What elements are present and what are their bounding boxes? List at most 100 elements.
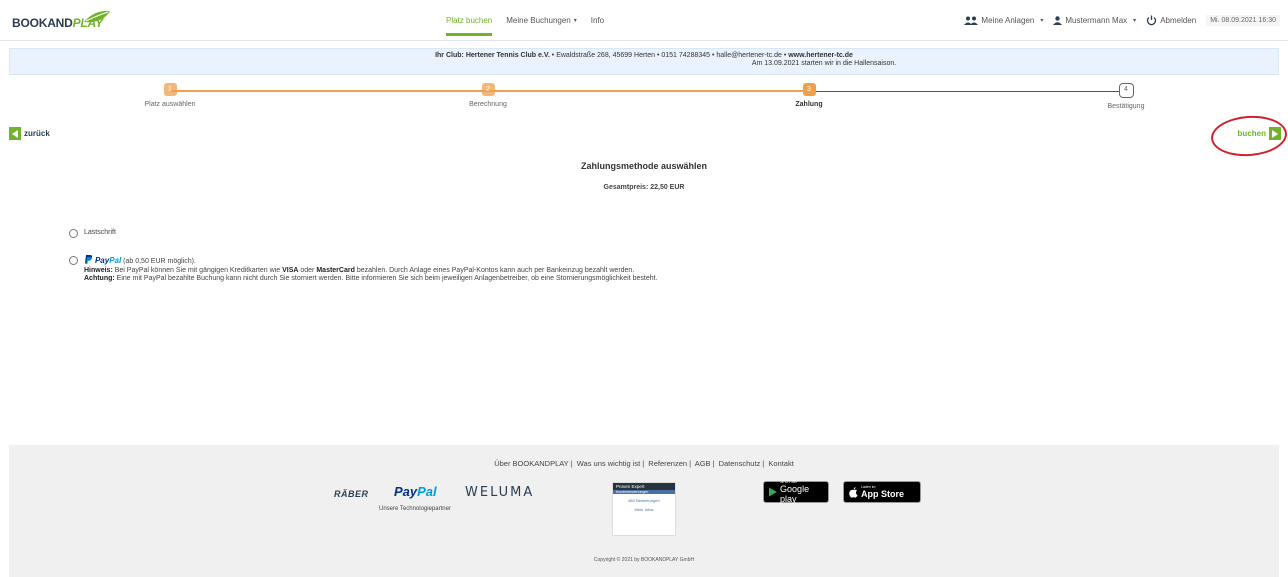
total-price: Gesamtpreis: 22,50 EUR — [603, 184, 685, 191]
paypal-min-note: (ab 0,50 EUR möglich). — [123, 258, 196, 265]
step-2-number: 2 — [481, 83, 495, 96]
step-4-label: Bestätigung — [1107, 103, 1145, 110]
paypal-text-1: Pay — [94, 256, 110, 265]
app-store-big: App Store — [861, 489, 905, 499]
footer-links: Über BOOKANDPLAY | Was uns wichtig ist | R… — [494, 459, 794, 468]
club-notice: Am 13.09.2021 starten wir in die Hallens… — [751, 60, 897, 67]
hint-visa: VISA — [282, 267, 299, 274]
club-phone: 0151 74288345 — [661, 52, 711, 59]
proven-expert-count: 882 Bewertungen — [628, 498, 660, 503]
footer-link-about[interactable]: Über BOOKANDPLAY — [494, 459, 568, 468]
hint-label: Hinweis: — [84, 267, 113, 274]
google-play-badge[interactable]: JETZT BEI Google play — [763, 480, 829, 504]
option-lastschrift[interactable]: Lastschrift — [69, 229, 116, 238]
arrow-left-icon — [9, 127, 21, 140]
step-1: 1 Platz auswählen — [100, 80, 240, 108]
footer: Über BOOKANDPLAY | Was uns wichtig ist | R… — [9, 445, 1279, 577]
meine-anlagen-dropdown[interactable]: Meine Anlagen ▾ — [964, 16, 1043, 25]
warning-text: Eine mit PayPal bezahlte Buchung kann ni… — [116, 275, 658, 282]
proven-expert-more: Mehr Infos — [634, 507, 654, 512]
nav-platz-buchen-label: Platz buchen — [446, 15, 493, 25]
paypal-logo-text: PayPal — [95, 256, 121, 265]
top-navbar: BOOKANDPLAY Platz buchen Meine Buchungen… — [0, 0, 1288, 41]
logout-label: Abmelden — [1160, 15, 1197, 25]
payment-title: Zahlungsmethode auswählen — [580, 161, 708, 171]
nav-meine-buchungen-label: Meine Buchungen — [506, 15, 571, 25]
group-users-icon — [964, 16, 979, 25]
nav-platz-buchen[interactable]: Platz buchen — [446, 0, 493, 40]
chevron-down-icon: ▾ — [1133, 17, 1137, 24]
lastschrift-radio[interactable] — [69, 229, 78, 238]
paypal-description: PayPal (ab 0,50 EUR möglich). Hinweis: B… — [84, 255, 658, 282]
meine-anlagen-label: Meine Anlagen — [981, 15, 1035, 25]
user-name: Mustermann Max — [1065, 15, 1128, 25]
step-3: 3 Zahlung — [739, 80, 879, 108]
step-2-label: Berechnung — [469, 101, 507, 108]
footer-link-references[interactable]: Referenzen — [648, 459, 687, 468]
hint-text-b: oder — [300, 267, 315, 274]
partners-caption: Unsere Technologiepartner — [379, 506, 451, 512]
google-play-icon — [769, 487, 778, 497]
current-datetime: Mi. 08.09.2021 16:30 — [1206, 14, 1280, 26]
user-dropdown[interactable]: Mustermann Max ▾ — [1053, 16, 1136, 25]
proven-expert-badge[interactable]: Proven Expert Kundenbewertungen 882 Bewe… — [612, 482, 676, 536]
option-paypal[interactable]: PayPal (ab 0,50 EUR möglich). Hinweis: B… — [69, 255, 658, 282]
raeber-logo[interactable]: RÄBER — [334, 489, 369, 499]
club-label: Ihr Club: — [435, 52, 464, 59]
footer-link-contact[interactable]: Kontakt — [768, 459, 793, 468]
step-4: 4 Bestätigung — [1056, 80, 1196, 110]
club-email[interactable]: halle@hertener-tc.de — [716, 52, 781, 59]
book-button[interactable]: buchen — [1238, 127, 1281, 140]
back-button[interactable]: zurück — [9, 127, 50, 140]
proven-expert-brand: Proven Expert — [613, 483, 675, 490]
hint-mastercard: MasterCard — [316, 267, 355, 274]
apple-icon — [849, 486, 858, 498]
progress-steps: 1 Platz auswählen 2 Berechnung 3 Zahlung… — [0, 80, 1288, 120]
hint-text-c: bezahlen. Durch Anlage eines PayPal-Kont… — [356, 267, 635, 274]
main-nav: Platz buchen Meine Buchungen ▾ Info — [446, 0, 604, 40]
paypal-partner-logo[interactable]: PayPal — [394, 484, 437, 499]
paypal-p-icon — [85, 255, 93, 264]
footer-link-privacy[interactable]: Datenschutz — [719, 459, 761, 468]
club-info-line: Ihr Club: Hertener Tennis Club e.V. • Ew… — [435, 52, 853, 59]
paypal-partner-1: Pay — [394, 484, 418, 499]
book-label: buchen — [1237, 129, 1266, 138]
nav-right: Meine Anlagen ▾ Mustermann Max ▾ Abmelden … — [964, 0, 1280, 40]
warning-label: Achtung: — [84, 275, 115, 282]
paypal-text-2: Pal — [109, 256, 122, 265]
club-web[interactable]: www.hertener-tc.de — [788, 52, 853, 59]
chevron-down-icon: ▾ — [1040, 17, 1044, 24]
step-4-number: 4 — [1118, 83, 1134, 98]
logo-leaf-icon — [84, 10, 110, 23]
chevron-down-icon: ▾ — [573, 17, 577, 24]
paypal-radio[interactable] — [69, 256, 78, 265]
footer-link-agb[interactable]: AGB — [695, 459, 711, 468]
power-icon — [1147, 15, 1157, 25]
weluma-logo[interactable]: WELUMA — [465, 485, 534, 500]
user-icon — [1053, 15, 1063, 25]
club-address: Ewaldstraße 268, 45699 Herten — [556, 52, 656, 59]
footer-link-values[interactable]: Was uns wichtig ist — [577, 459, 641, 468]
arrow-right-icon — [1269, 127, 1281, 140]
club-info-bar: Ihr Club: Hertener Tennis Club e.V. • Ew… — [9, 48, 1279, 75]
club-name: Hertener Tennis Club e.V. — [465, 52, 550, 59]
lastschrift-label: Lastschrift — [84, 229, 116, 236]
step-3-number: 3 — [802, 83, 816, 96]
step-1-number: 1 — [163, 83, 177, 96]
copyright: Copyright © 2021 by BOOKANDPLAY GmbH — [593, 557, 695, 563]
app-store-badge[interactable]: Laden im App Store — [843, 481, 921, 503]
logo-text-1: BOOKAND — [12, 16, 73, 30]
hint-text-a: Bei PayPal können Sie mit gängigen Kredi… — [114, 267, 281, 274]
proven-expert-sub: Kundenbewertungen — [613, 490, 675, 494]
paypal-partner-2: Pal — [417, 484, 437, 499]
nav-info-label: Info — [590, 15, 605, 25]
nav-info[interactable]: Info — [591, 0, 604, 40]
logout-button[interactable]: Abmelden — [1146, 15, 1196, 26]
google-play-big: Google play — [780, 484, 810, 504]
step-3-label: Zahlung — [795, 101, 823, 108]
technology-partners: RÄBER PayPal WELUMA Unsere Technologiepa… — [334, 483, 634, 523]
step-1-label: Platz auswählen — [144, 101, 196, 108]
nav-meine-buchungen[interactable]: Meine Buchungen ▾ — [506, 0, 577, 40]
back-label: zurück — [24, 129, 50, 138]
step-2: 2 Berechnung — [418, 80, 558, 108]
